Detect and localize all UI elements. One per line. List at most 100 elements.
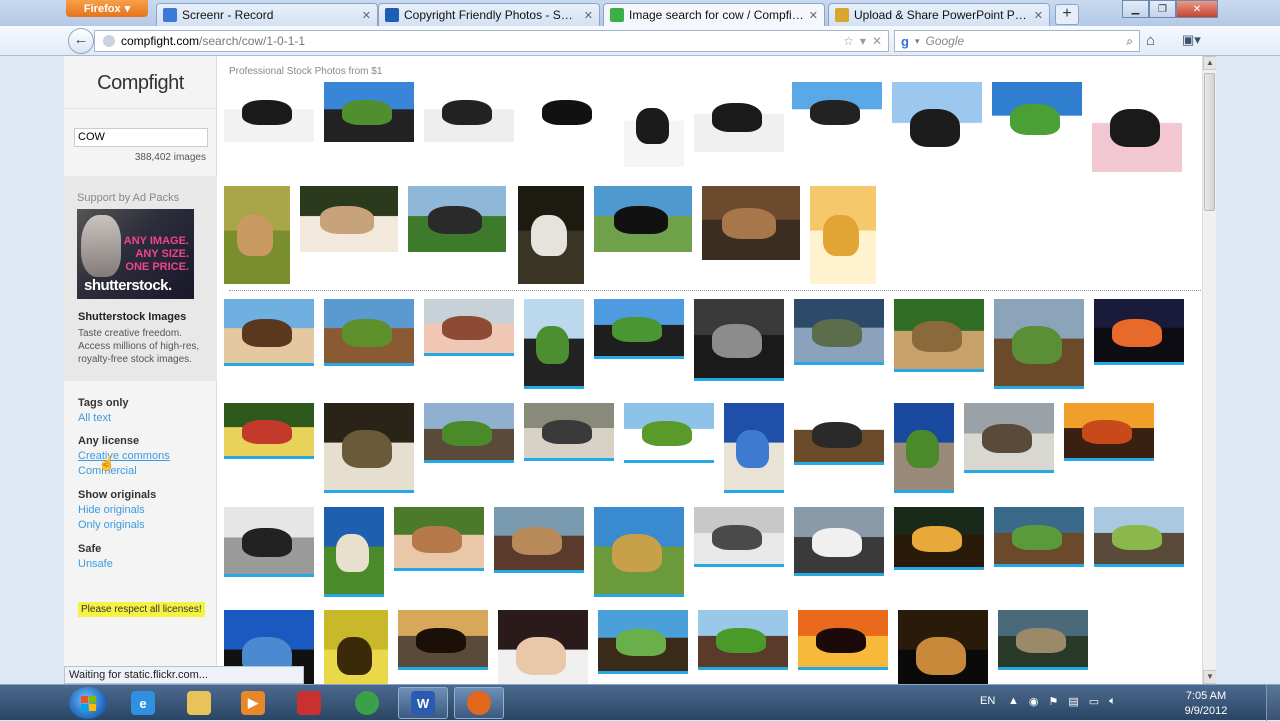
site-identity-icon[interactable] (103, 35, 115, 47)
photo-thumbnail[interactable] (224, 299, 314, 366)
photo-thumbnail[interactable] (624, 403, 714, 463)
scroll-down-icon[interactable]: ▼ (1203, 670, 1216, 684)
photo-thumbnail[interactable] (224, 507, 314, 577)
photo-thumbnail[interactable] (424, 299, 514, 356)
photo-thumbnail[interactable] (694, 299, 784, 381)
stock-photo-thumbnail[interactable] (518, 186, 584, 284)
back-button[interactable]: ← (68, 28, 94, 54)
scroll-thumb[interactable] (1204, 73, 1215, 211)
photo-thumbnail[interactable] (394, 507, 484, 571)
home-icon[interactable]: ⌂ (1146, 32, 1155, 49)
photo-thumbnail[interactable] (524, 403, 614, 461)
taskbar-media-player[interactable]: ▶ (228, 687, 278, 719)
start-button[interactable] (69, 687, 107, 719)
photo-thumbnail[interactable] (324, 610, 388, 684)
filter-link-only-originals[interactable]: Only originals (78, 518, 156, 533)
photo-thumbnail[interactable] (694, 507, 784, 567)
taskbar-internet-explorer[interactable]: e (118, 687, 168, 719)
photo-thumbnail[interactable] (498, 610, 588, 684)
taskbar-recorder[interactable] (284, 687, 334, 719)
photo-thumbnail[interactable] (964, 403, 1054, 473)
monitor-icon[interactable]: ▭ (1089, 695, 1099, 708)
photo-thumbnail[interactable] (1094, 507, 1184, 567)
volume-icon[interactable]: 🔈︎ (1109, 695, 1116, 708)
photo-thumbnail[interactable] (598, 610, 688, 674)
photo-thumbnail[interactable] (998, 610, 1088, 670)
tab-1[interactable]: Copyright Friendly Photos - Senior Pr...… (378, 3, 600, 26)
stock-photo-thumbnail[interactable] (424, 82, 514, 142)
firefox-menu-button[interactable]: Firefox ▾ (66, 0, 148, 17)
taskbar-firefox[interactable] (454, 687, 504, 719)
photo-thumbnail[interactable] (698, 610, 788, 670)
photo-thumbnail[interactable] (494, 507, 584, 573)
stock-photo-thumbnail[interactable] (408, 186, 506, 252)
stock-photo-thumbnail[interactable] (594, 186, 692, 252)
stock-photo-thumbnail[interactable] (224, 186, 290, 284)
tab-close-icon[interactable]: ✕ (1034, 9, 1043, 22)
stock-photo-thumbnail[interactable] (702, 186, 800, 260)
photo-thumbnail[interactable] (1064, 403, 1154, 461)
tab-close-icon[interactable]: ✕ (809, 9, 818, 22)
network-icon[interactable]: ◉ (1029, 695, 1039, 708)
bookmark-star-icon[interactable]: ☆ (843, 34, 854, 48)
photo-thumbnail[interactable] (994, 507, 1084, 567)
photo-thumbnail[interactable] (224, 403, 314, 459)
history-dropdown-icon[interactable]: ▾ (860, 34, 866, 48)
filter-link-commercial[interactable]: Commercial (78, 464, 170, 479)
minimize-icon[interactable]: ▁ (1122, 0, 1149, 18)
stock-photo-thumbnail[interactable] (792, 82, 882, 142)
stock-photo-thumbnail[interactable] (300, 186, 398, 252)
photo-thumbnail[interactable] (794, 507, 884, 576)
photo-thumbnail[interactable] (324, 403, 414, 493)
bookmarks-icon[interactable]: ▣▾ (1182, 32, 1201, 48)
new-tab-button[interactable]: + (1055, 4, 1079, 25)
stock-photo-thumbnail[interactable] (694, 82, 784, 152)
stock-photo-thumbnail[interactable] (1092, 82, 1182, 172)
stop-icon[interactable]: ✕ (872, 34, 882, 48)
stock-photo-thumbnail[interactable] (524, 82, 614, 142)
close-icon[interactable]: ✕ (1176, 0, 1218, 18)
photo-thumbnail[interactable] (898, 610, 988, 684)
photo-thumbnail[interactable] (798, 610, 888, 670)
photo-thumbnail[interactable] (424, 403, 514, 463)
tab-3[interactable]: Upload & Share PowerPoint Presenta... ✕ (828, 3, 1050, 26)
photo-thumbnail[interactable] (524, 299, 584, 389)
search-bar[interactable]: g ▾ Google ⌕ (894, 30, 1140, 52)
stock-photo-thumbnail[interactable] (324, 82, 414, 142)
stock-photo-thumbnail[interactable] (624, 82, 684, 167)
restore-icon[interactable]: ❐ (1149, 0, 1176, 18)
photo-thumbnail[interactable] (724, 403, 784, 493)
filter-link-creative-commons[interactable]: Creative commons (78, 449, 170, 464)
show-desktop-button[interactable] (1266, 685, 1280, 721)
photo-thumbnail[interactable] (324, 299, 414, 366)
photo-thumbnail[interactable] (894, 299, 984, 372)
ad-heading[interactable]: Shutterstock Images (78, 311, 186, 323)
taskbar-word[interactable]: W (398, 687, 448, 719)
stock-photo-thumbnail[interactable] (810, 186, 876, 284)
clock[interactable]: 7:05 AM 9/9/2012 (1176, 689, 1236, 719)
search-query-input[interactable]: COW (74, 128, 208, 147)
tab-close-icon[interactable]: ✕ (584, 9, 593, 22)
search-icon[interactable]: ⌕ (1126, 34, 1133, 49)
photo-thumbnail[interactable] (994, 299, 1084, 389)
flag-icon[interactable]: ⚑ (1049, 695, 1059, 708)
taskbar-file-explorer[interactable] (174, 687, 224, 719)
language-indicator[interactable]: EN (980, 695, 995, 707)
address-bar[interactable]: compfight.com/search/cow/1-0-1-1 ☆ ▾ ✕ (94, 30, 889, 52)
photo-thumbnail[interactable] (324, 507, 384, 597)
photo-thumbnail[interactable] (794, 299, 884, 365)
tab-0[interactable]: Screenr - Record ✕ (156, 3, 378, 26)
stock-photo-thumbnail[interactable] (992, 82, 1082, 156)
photo-thumbnail[interactable] (794, 403, 884, 465)
vertical-scrollbar[interactable]: ▲ ▼ (1202, 56, 1216, 684)
tab-close-icon[interactable]: ✕ (362, 9, 371, 22)
stock-photo-thumbnail[interactable] (224, 82, 314, 142)
shutterstock-ad-image[interactable]: ANY IMAGE. ANY SIZE. ONE PRICE. shutters… (77, 209, 194, 299)
scroll-up-icon[interactable]: ▲ (1203, 56, 1216, 70)
tab-2[interactable]: Image search for cow / Compfight / ... ✕ (603, 3, 825, 26)
taskbar-chrome[interactable] (342, 687, 392, 719)
filter-link-all-text[interactable]: All text (78, 411, 129, 426)
photo-thumbnail[interactable] (894, 403, 954, 493)
engine-dropdown-icon[interactable]: ▾ (915, 36, 920, 47)
printer-icon[interactable]: ▤ (1068, 695, 1078, 708)
